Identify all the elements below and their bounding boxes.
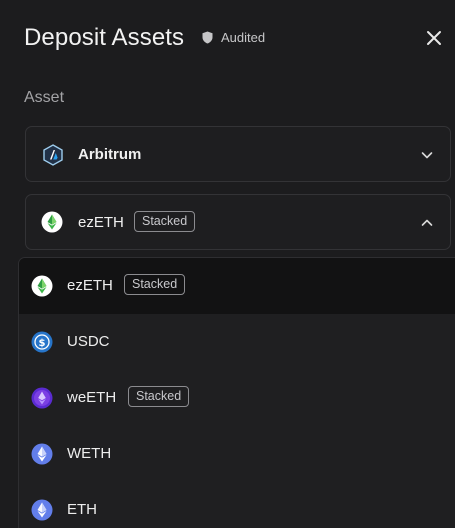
eth-icon bbox=[31, 499, 53, 521]
close-icon[interactable] bbox=[424, 28, 444, 48]
token-option-usdc[interactable]: $ USDC bbox=[19, 314, 455, 370]
audited-badge: Audited bbox=[202, 30, 265, 45]
token-option-label: ETH bbox=[67, 501, 97, 518]
network-select[interactable]: Arbitrum bbox=[25, 126, 451, 182]
deposit-assets-panel: Deposit Assets Audited Asset Arbitrum ez… bbox=[0, 0, 455, 528]
ezeth-icon bbox=[31, 275, 53, 297]
token-dropdown-list: ezETH Stacked $ USDC weETH Stacked WETH … bbox=[18, 257, 455, 528]
asset-section-label: Asset bbox=[24, 89, 65, 106]
svg-text:$: $ bbox=[39, 338, 46, 349]
chevron-up-icon bbox=[421, 219, 433, 226]
token-select[interactable]: ezETH Stacked bbox=[25, 194, 451, 250]
token-option-label: WETH bbox=[67, 445, 112, 462]
token-option-label: USDC bbox=[67, 333, 110, 350]
shield-icon bbox=[202, 31, 213, 44]
token-option-ezeth[interactable]: ezETH Stacked bbox=[19, 258, 455, 314]
stacked-badge: Stacked bbox=[128, 386, 190, 407]
stacked-badge: Stacked bbox=[134, 211, 196, 232]
token-option-weeth[interactable]: weETH Stacked bbox=[19, 370, 455, 426]
arbitrum-icon bbox=[43, 144, 63, 166]
weeth-icon bbox=[31, 387, 53, 409]
weth-icon bbox=[31, 443, 53, 465]
ezeth-icon bbox=[41, 211, 63, 233]
token-option-weth[interactable]: WETH bbox=[19, 426, 455, 482]
token-option-label: ezETH bbox=[67, 277, 113, 294]
page-title: Deposit Assets bbox=[24, 24, 185, 51]
token-select-value: ezETH bbox=[78, 214, 124, 231]
stacked-badge: Stacked bbox=[124, 274, 186, 295]
token-option-label: weETH bbox=[67, 389, 117, 406]
audited-label: Audited bbox=[221, 30, 266, 45]
token-option-eth[interactable]: ETH bbox=[19, 482, 455, 528]
network-select-value: Arbitrum bbox=[78, 146, 142, 163]
chevron-down-icon bbox=[421, 152, 433, 159]
usdc-icon: $ bbox=[31, 331, 53, 353]
